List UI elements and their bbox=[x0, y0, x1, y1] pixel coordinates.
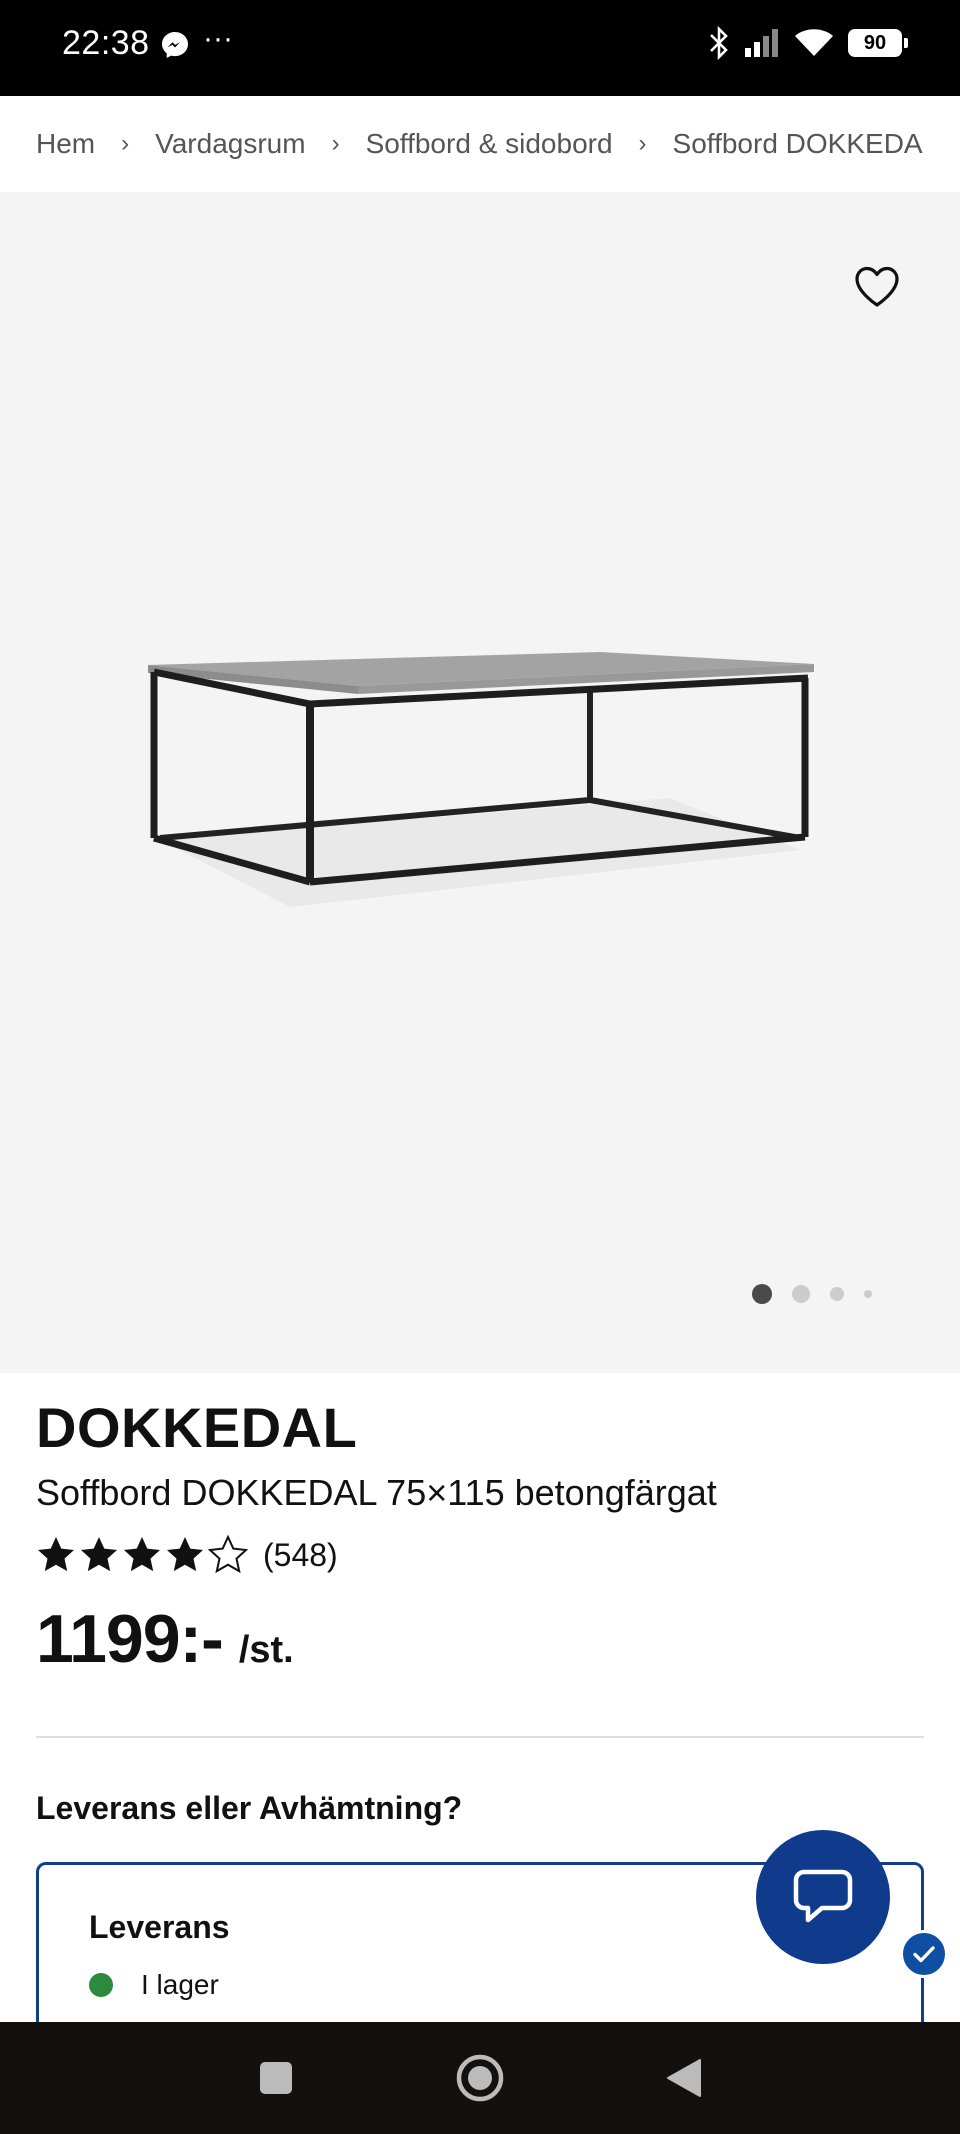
product-name: DOKKEDAL bbox=[36, 1396, 358, 1459]
status-icons: 90 bbox=[708, 26, 908, 60]
product-image bbox=[148, 652, 814, 907]
home-button[interactable] bbox=[452, 2050, 508, 2106]
messenger-icon bbox=[162, 32, 188, 58]
recents-button[interactable] bbox=[248, 2050, 304, 2106]
product-rating[interactable]: (548) bbox=[36, 1535, 338, 1575]
star-filled-icon bbox=[38, 1537, 74, 1572]
chat-button[interactable] bbox=[756, 1830, 890, 1964]
breadcrumb: Hem › Vardagsrum › Soffbord & sidobord ›… bbox=[36, 96, 924, 192]
delivery-question: Leverans eller Avhämtning? bbox=[36, 1790, 463, 1826]
star-empty-icon bbox=[208, 1535, 248, 1574]
status-bar: 22:38 ··· 90 bbox=[0, 0, 960, 96]
home-icon bbox=[456, 2054, 504, 2102]
gallery-dot[interactable] bbox=[864, 1290, 872, 1298]
star-filled-icon bbox=[81, 1537, 117, 1572]
gallery-dot[interactable] bbox=[752, 1284, 772, 1304]
delivery-option-title: Leverans bbox=[89, 1909, 230, 1945]
status-time: 22:38 bbox=[62, 24, 150, 62]
star-filled-icon bbox=[124, 1537, 160, 1572]
gallery-pagination bbox=[752, 1284, 872, 1304]
review-count: (548) bbox=[263, 1536, 338, 1573]
stock-status-dot bbox=[89, 1973, 113, 1997]
product-description: Soffbord DOKKEDAL 75×115 betongfärgat bbox=[36, 1472, 717, 1513]
bluetooth-icon bbox=[710, 26, 728, 60]
divider bbox=[36, 1736, 924, 1738]
stock-status: I lager bbox=[89, 1969, 219, 2001]
chevron-right-icon: › bbox=[121, 130, 130, 157]
gallery-dot[interactable] bbox=[792, 1285, 810, 1303]
gallery-dot[interactable] bbox=[830, 1287, 844, 1301]
battery-level: 90 bbox=[863, 31, 887, 54]
chevron-right-icon: › bbox=[638, 130, 647, 157]
product-image-gallery[interactable] bbox=[0, 192, 960, 1373]
back-button[interactable] bbox=[656, 2050, 712, 2106]
wifi-icon bbox=[795, 29, 833, 56]
stock-status-label: I lager bbox=[141, 1969, 219, 2000]
breadcrumb-item-vardagsrum[interactable]: Vardagsrum bbox=[155, 128, 305, 160]
checkmark-icon bbox=[900, 1930, 948, 1978]
system-navigation-bar bbox=[0, 2022, 960, 2134]
price-unit: /st. bbox=[238, 1629, 294, 1671]
more-notifications-icon: ··· bbox=[203, 22, 233, 55]
back-icon bbox=[667, 2059, 701, 2097]
signal-icon bbox=[745, 29, 778, 57]
breadcrumb-item-current[interactable]: Soffbord DOKKEDAL bbox=[673, 128, 924, 160]
heart-icon[interactable] bbox=[852, 262, 902, 312]
chat-bubble-icon bbox=[793, 1869, 853, 1923]
breadcrumb-item-hem[interactable]: Hem bbox=[36, 128, 95, 160]
battery-icon: 90 bbox=[848, 29, 908, 57]
price-amount: 1199:- bbox=[36, 1601, 224, 1677]
recents-icon bbox=[260, 2062, 292, 2094]
breadcrumb-item-soffbord-sidobord[interactable]: Soffbord & sidobord bbox=[366, 128, 613, 160]
product-price: 1199:- /st. bbox=[36, 1600, 294, 1678]
chevron-right-icon: › bbox=[331, 130, 340, 157]
star-filled-icon bbox=[167, 1537, 203, 1572]
